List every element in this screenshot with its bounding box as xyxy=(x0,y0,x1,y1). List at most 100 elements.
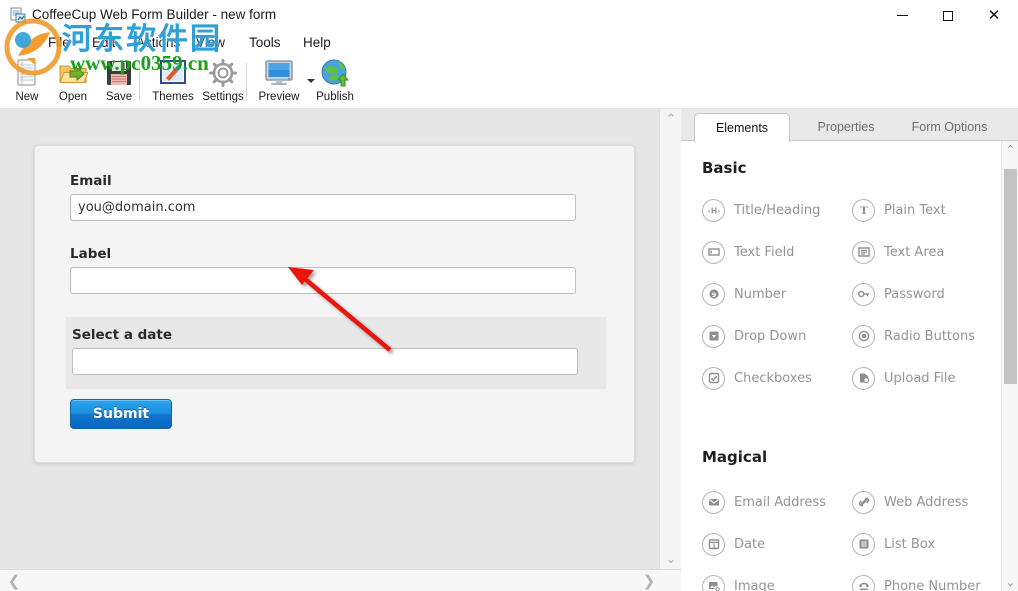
number-icon: 9 xyxy=(702,282,725,306)
toolbar-button-publish[interactable]: Publish xyxy=(308,57,362,107)
svg-text:9: 9 xyxy=(711,291,716,299)
element-phone-number[interactable]: Phone Number xyxy=(852,571,981,591)
tab-properties[interactable]: Properties xyxy=(800,113,892,141)
field-input-label[interactable] xyxy=(70,267,576,294)
element-text-field[interactable]: Text Field xyxy=(702,237,794,267)
toolbar-button-preview[interactable]: Preview xyxy=(252,57,306,107)
element-label: Checkboxes xyxy=(734,370,812,386)
panel-vertical-scrollbar[interactable]: ⌃ ⌄ xyxy=(1001,141,1018,591)
toolbar-label-save: Save xyxy=(105,91,133,103)
element-drop-down[interactable]: Drop Down xyxy=(702,321,806,351)
canvas-vertical-scrollbar[interactable]: ⌃ ⌄ xyxy=(659,109,681,569)
list-box-icon xyxy=(852,532,875,556)
chevron-right-icon[interactable]: ❯ xyxy=(641,570,657,591)
element-label: Email Address xyxy=(734,494,826,510)
themes-brush-icon xyxy=(158,57,188,89)
link-icon xyxy=(852,490,875,514)
field-input-date[interactable] xyxy=(72,348,578,375)
chevron-down-icon[interactable]: ⌄ xyxy=(660,551,682,567)
tab-elements[interactable]: Elements xyxy=(694,113,790,142)
element-label: Text Field xyxy=(734,244,795,260)
element-web-address[interactable]: Web Address xyxy=(852,487,968,517)
svg-text:1: 1 xyxy=(712,544,716,550)
menu-item-file[interactable]: File xyxy=(48,35,70,50)
element-label: Date xyxy=(734,536,766,552)
field-label-label: Label xyxy=(70,246,112,262)
toolbar-separator xyxy=(139,63,140,101)
element-label: Upload File xyxy=(884,370,956,386)
field-label-date: Select a date xyxy=(72,327,173,343)
element-image[interactable]: Image xyxy=(702,571,775,591)
heading-icon: ‹H› xyxy=(702,198,725,222)
element-plain-text[interactable]: T Plain Text xyxy=(852,195,946,225)
calendar-icon: 1 xyxy=(702,532,725,556)
image-add-icon xyxy=(702,574,725,591)
chevron-down-icon[interactable]: ⌄ xyxy=(1002,574,1018,591)
dropdown-icon xyxy=(702,324,725,348)
toolbar-separator xyxy=(246,63,247,101)
elements-panel-body: Basic ‹H› Title/Heading T Plain Text Tex… xyxy=(681,141,1018,591)
envelope-icon xyxy=(702,490,725,514)
menu-bar: File Edit Actions View Tools Help xyxy=(0,31,1018,55)
element-password[interactable]: Password xyxy=(852,279,945,309)
upload-file-icon xyxy=(852,366,875,390)
submit-button[interactable]: Submit xyxy=(70,399,172,429)
element-upload-file[interactable]: Upload File xyxy=(852,363,955,393)
toolbar-label-publish: Publish xyxy=(316,91,354,103)
toolbar-label-new: New xyxy=(15,91,39,103)
chevron-up-icon[interactable]: ⌃ xyxy=(660,111,682,127)
form-preview-card: Email you@domain.com Label Select a date… xyxy=(34,145,635,463)
element-label: Title/Heading xyxy=(734,202,821,218)
application-window: CoffeeCup Web Form Builder - new form ✕ … xyxy=(0,0,1018,591)
text-field-icon xyxy=(702,240,725,264)
element-label: Image xyxy=(734,578,775,591)
element-text-area[interactable]: Text Area xyxy=(852,237,944,267)
tab-form-options[interactable]: Form Options xyxy=(892,113,1007,141)
form-field-email[interactable]: Email you@domain.com xyxy=(70,173,576,221)
radio-icon xyxy=(852,324,875,348)
canvas-horizontal-scrollbar[interactable]: ❮ ❯ xyxy=(0,569,681,591)
window-title: CoffeeCup Web Form Builder - new form xyxy=(32,7,277,22)
menu-item-view[interactable]: View xyxy=(196,35,225,50)
element-label: Web Address xyxy=(884,494,969,510)
text-t-icon: T xyxy=(852,198,875,222)
element-checkboxes[interactable]: Checkboxes xyxy=(702,363,812,393)
toolbar-label-themes: Themes xyxy=(152,91,194,103)
section-title-magical: Magical xyxy=(702,448,768,466)
element-radio-buttons[interactable]: Radio Buttons xyxy=(852,321,975,351)
minimize-button[interactable] xyxy=(879,0,925,31)
element-label: List Box xyxy=(884,536,936,552)
field-input-email[interactable]: you@domain.com xyxy=(70,194,576,221)
element-label: Radio Buttons xyxy=(884,328,975,344)
maximize-button[interactable] xyxy=(925,0,971,31)
toolbar-button-save[interactable]: Save xyxy=(92,57,146,107)
element-label: Number xyxy=(734,286,787,302)
element-list-box[interactable]: List Box xyxy=(852,529,935,559)
toolbar-button-themes[interactable]: Themes xyxy=(146,57,200,107)
toolbar: New Open Save Themes Settings Preview Pu… xyxy=(0,55,1018,109)
toolbar-label-preview: Preview xyxy=(258,91,300,103)
scrollbar-thumb[interactable] xyxy=(1004,169,1017,384)
form-field-label[interactable]: Label xyxy=(70,246,576,294)
toolbar-label-open: Open xyxy=(58,91,88,103)
svg-text:‹H›: ‹H› xyxy=(707,207,719,216)
element-email-address[interactable]: Email Address xyxy=(702,487,826,517)
element-number[interactable]: 9 Number xyxy=(702,279,786,309)
element-label: Password xyxy=(884,286,945,302)
menu-item-edit[interactable]: Edit xyxy=(92,35,115,50)
open-folder-icon xyxy=(58,57,88,89)
chevron-up-icon[interactable]: ⌃ xyxy=(1002,141,1018,158)
menu-item-tools[interactable]: Tools xyxy=(249,35,281,50)
element-date[interactable]: 1 Date xyxy=(702,529,765,559)
menu-item-actions[interactable]: Actions xyxy=(136,35,180,50)
toolbar-button-settings[interactable]: Settings xyxy=(196,57,250,107)
panel-tabstrip: Elements Properties Form Options xyxy=(681,109,1018,142)
close-button[interactable]: ✕ xyxy=(971,0,1017,31)
app-icon xyxy=(10,7,26,23)
element-title-heading[interactable]: ‹H› Title/Heading xyxy=(702,195,820,225)
form-field-date-group[interactable]: Select a date xyxy=(66,317,606,389)
menu-item-help[interactable]: Help xyxy=(303,35,331,50)
toolbar-label-settings: Settings xyxy=(202,91,244,103)
checkbox-icon xyxy=(702,366,725,390)
chevron-left-icon[interactable]: ❮ xyxy=(6,570,22,591)
